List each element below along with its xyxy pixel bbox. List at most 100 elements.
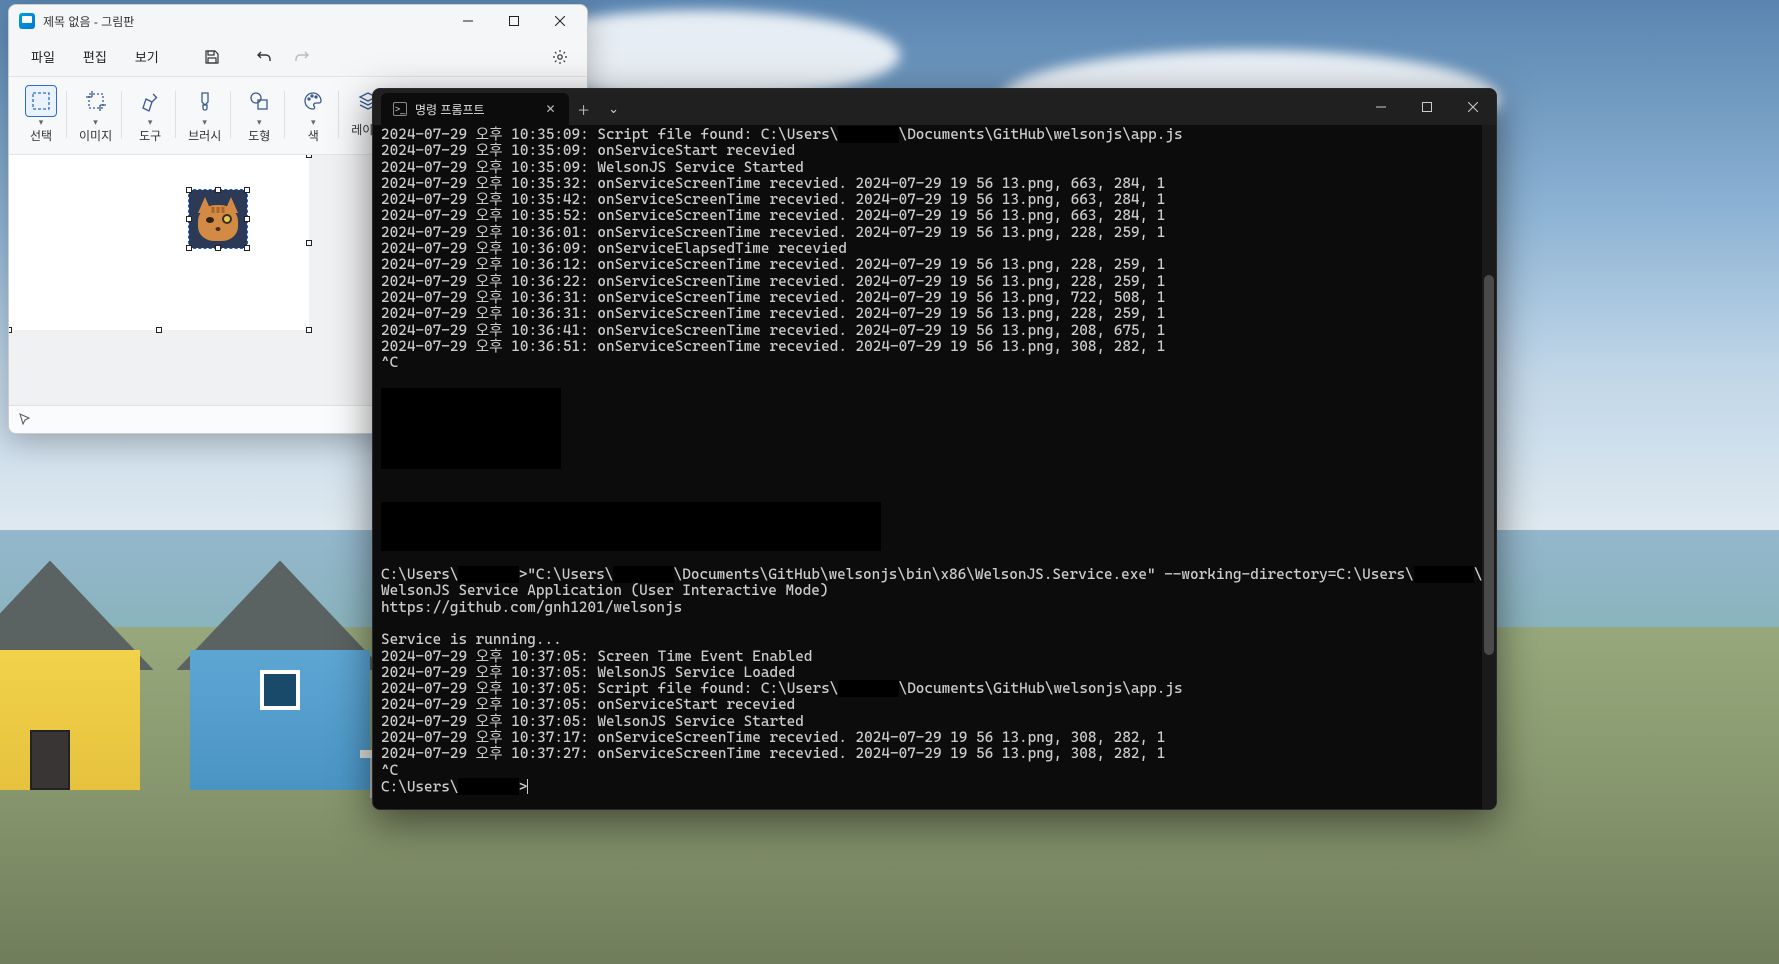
ribbon-shapes-label: 도형 [248, 127, 270, 144]
select-rect-icon [25, 85, 57, 117]
ribbon-color[interactable]: ▾ 색 [287, 81, 339, 148]
redacted-username: XXXXXXX [838, 680, 898, 697]
selection-handle[interactable] [244, 245, 250, 251]
menu-file[interactable]: 파일 [19, 41, 67, 72]
maximize-button[interactable] [491, 6, 537, 36]
ribbon-select[interactable]: ▾ 선택 [15, 81, 67, 148]
terminal-line: Service is running... [381, 632, 1488, 648]
terminal-line: 2024-07-29 오후 10:36:31: onServiceScreenT… [381, 290, 1488, 306]
redacted-username: XXXXXXX [838, 126, 898, 143]
terminal-output[interactable]: 2024-07-29 오후 10:35:09: Script file foun… [373, 125, 1496, 809]
terminal-line: 2024-07-29 오후 10:37:17: onServiceScreenT… [381, 730, 1488, 746]
terminal-tab-active[interactable]: >_ 명령 프롬프트 ✕ [381, 93, 569, 125]
terminal-line: ^C [381, 355, 1488, 371]
redacted-username: XXXXXXX [1414, 566, 1474, 583]
terminal-line: 2024-07-29 오후 10:36:22: onServiceScreenT… [381, 274, 1488, 290]
terminal-line [381, 371, 1488, 387]
terminal-line: 2024-07-29 오후 10:35:09: Script file foun… [381, 127, 1488, 143]
paint-titlebar[interactable]: 제목 없음 - 그림판 [9, 5, 587, 37]
pasted-image-selection[interactable] [189, 190, 247, 248]
terminal-line: 2024-07-29 오후 10:36:31: onServiceScreenT… [381, 306, 1488, 322]
selection-handle[interactable] [215, 187, 221, 193]
terminal-line: 2024-07-29 오후 10:35:42: onServiceScreenT… [381, 192, 1488, 208]
settings-icon[interactable] [543, 42, 577, 72]
terminal-line: 2024-07-29 오후 10:36:12: onServiceScreenT… [381, 257, 1488, 273]
terminal-line: C:\Users\XXXXXXX> [381, 779, 1488, 796]
palette-icon [297, 85, 329, 117]
terminal-line: 2024-07-29 오후 10:36:01: onServiceScreenT… [381, 225, 1488, 241]
selection-handle[interactable] [244, 216, 250, 222]
selection-handle[interactable] [186, 245, 192, 251]
cat-avatar-icon [194, 195, 242, 243]
cursor-pos-icon [19, 413, 33, 427]
paint-title-text: 제목 없음 - 그림판 [43, 13, 134, 30]
terminal-line: 2024-07-29 오후 10:37:05: WelsonJS Service… [381, 665, 1488, 681]
ribbon-shapes[interactable]: ▾ 도형 [233, 81, 285, 148]
terminal-line: 2024-07-29 오후 10:37:05: Screen Time Even… [381, 649, 1488, 665]
terminal-scroll-thumb[interactable] [1484, 275, 1494, 655]
brush-icon [189, 85, 221, 117]
selection-handle[interactable] [186, 216, 192, 222]
terminal-line: 2024-07-29 오후 10:36:41: onServiceScreenT… [381, 323, 1488, 339]
ribbon-tools[interactable]: ▾ 도구 [124, 81, 176, 148]
redaction-block [381, 388, 561, 470]
tab-close-icon[interactable]: ✕ [541, 102, 561, 116]
redacted-username: XXXXXXX [458, 566, 518, 583]
terminal-line [381, 551, 1488, 567]
terminal-maximize-button[interactable] [1404, 89, 1450, 125]
canvas-handle[interactable] [9, 327, 12, 333]
paint-app-icon [19, 13, 35, 29]
menu-edit[interactable]: 편집 [71, 41, 119, 72]
terminal-line [381, 469, 1488, 485]
terminal-window[interactable]: >_ 명령 프롬프트 ✕ ＋ ⌄ 2024-07-29 오후 10:35:09:… [372, 88, 1497, 810]
terminal-line: ^C [381, 763, 1488, 779]
cmd-icon: >_ [393, 102, 407, 116]
redaction-block [381, 502, 881, 551]
terminal-tab-title: 명령 프롬프트 [415, 101, 485, 118]
terminal-minimize-button[interactable] [1358, 89, 1404, 125]
selection-handle[interactable] [215, 245, 221, 251]
redacted-username: XXXXXXX [613, 566, 673, 583]
ribbon-tools-label: 도구 [139, 127, 161, 144]
paint-menubar: 파일 편집 보기 [9, 37, 587, 77]
terminal-line: 2024-07-29 오후 10:37:05: WelsonJS Service… [381, 714, 1488, 730]
canvas-handle[interactable] [306, 240, 312, 246]
terminal-scrollbar[interactable] [1482, 125, 1496, 809]
save-icon[interactable] [195, 42, 229, 72]
terminal-line: 2024-07-29 오후 10:35:52: onServiceScreenT… [381, 208, 1488, 224]
terminal-line [381, 616, 1488, 632]
tools-pencil-icon [134, 85, 166, 117]
chevron-down-icon: ▾ [39, 119, 44, 125]
new-tab-button[interactable]: ＋ [569, 93, 599, 125]
ribbon-image-label: 이미지 [79, 127, 112, 144]
terminal-line: 2024-07-29 오후 10:35:32: onServiceScreenT… [381, 176, 1488, 192]
undo-icon[interactable] [247, 42, 281, 72]
terminal-line: 2024-07-29 오후 10:36:09: onServiceElapsed… [381, 241, 1488, 257]
ribbon-brush-label: 브러시 [188, 127, 221, 144]
paint-canvas[interactable] [9, 155, 309, 330]
minimize-button[interactable] [445, 6, 491, 36]
canvas-handle[interactable] [306, 327, 312, 333]
selection-handle[interactable] [186, 187, 192, 193]
image-crop-icon [80, 85, 112, 117]
canvas-handle[interactable] [156, 327, 162, 333]
terminal-line: 2024-07-29 오후 10:37:05: Script file foun… [381, 681, 1488, 697]
terminal-line: 2024-07-29 오후 10:35:09: onServiceStart r… [381, 143, 1488, 159]
terminal-line: WelsonJS Service Application (User Inter… [381, 583, 1488, 599]
ribbon-color-label: 색 [308, 127, 319, 144]
terminal-line: 2024-07-29 오후 10:36:51: onServiceScreenT… [381, 339, 1488, 355]
ribbon-brush[interactable]: ▾ 브러시 [178, 81, 231, 148]
ribbon-image[interactable]: ▾ 이미지 [69, 81, 122, 148]
tab-dropdown-icon[interactable]: ⌄ [599, 93, 629, 125]
canvas-handle[interactable] [306, 155, 312, 158]
terminal-line: https://github.com/gnh1201/welsonjs [381, 600, 1488, 616]
redacted-username: XXXXXXX [458, 778, 518, 795]
redo-icon [285, 42, 319, 72]
menu-view[interactable]: 보기 [123, 41, 171, 72]
terminal-close-button[interactable] [1450, 89, 1496, 125]
selection-handle[interactable] [244, 187, 250, 193]
terminal-line: 2024-07-29 오후 10:37:27: onServiceScreenT… [381, 746, 1488, 762]
terminal-tabbar: >_ 명령 프롬프트 ✕ ＋ ⌄ [373, 89, 1496, 125]
terminal-line: C:\Users\XXXXXXX>"C:\Users\XXXXXXX\Docum… [381, 567, 1488, 583]
close-button[interactable] [537, 6, 583, 36]
